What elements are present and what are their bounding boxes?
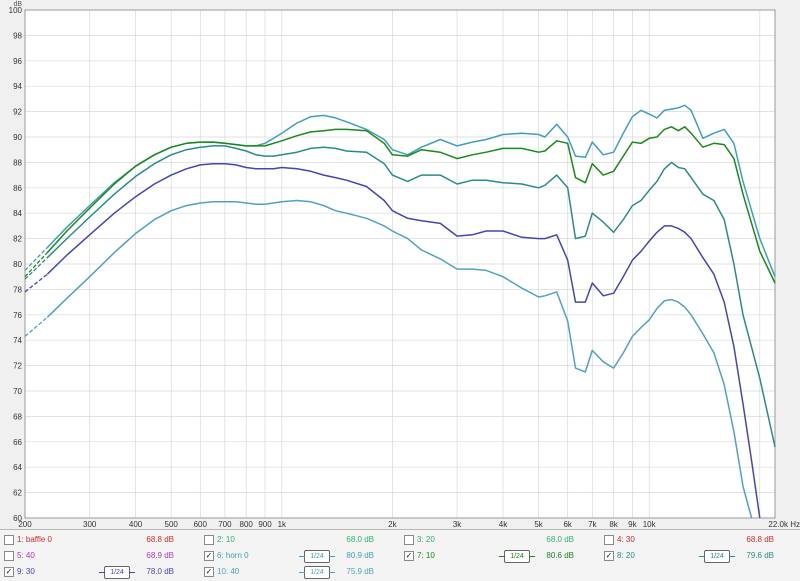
legend-item[interactable]: ✓ 9: 30 1/24 78.0 dB	[0, 564, 198, 580]
legend-item[interactable]: 3: 20 68.0 dB	[400, 532, 598, 548]
legend-checkbox[interactable]	[204, 535, 214, 545]
legend-checkbox[interactable]: ✓	[404, 551, 414, 561]
x-tick-label: 800	[240, 520, 254, 528]
y-tick-label: 96	[13, 57, 22, 66]
legend-item[interactable]: 2: 10 68.0 dB	[200, 532, 398, 548]
legend-item[interactable]: 1: baffle 0 68.8 dB	[0, 532, 198, 548]
y-tick-label: 86	[13, 184, 22, 193]
legend-value: 80.6 dB	[546, 551, 574, 560]
x-tick-label: 5k	[534, 520, 543, 528]
y-tick-label: 94	[13, 82, 22, 91]
y-tick-label: 92	[13, 108, 22, 117]
trace-legend: 1: baffle 0 68.8 dB 5: 40 68.9 dB ✓ 9: 3…	[0, 529, 800, 581]
x-tick-label: 500	[165, 520, 179, 528]
y-tick-label: 66	[13, 438, 22, 447]
x-tick-label: 7k	[588, 520, 597, 528]
smoothing-badge[interactable]: 1/24	[299, 550, 335, 563]
x-tick-label: 600	[194, 520, 208, 528]
legend-value: 68.8 dB	[146, 535, 174, 544]
legend-label: 3: 20	[417, 535, 435, 544]
y-tick-label: 78	[13, 285, 22, 294]
x-tick-label: 700	[218, 520, 232, 528]
legend-label: 9: 30	[17, 567, 35, 576]
smoothing-badge[interactable]: 1/24	[499, 550, 535, 563]
y-tick-label: 70	[13, 387, 22, 396]
smoothing-badge[interactable]: 1/24	[299, 566, 335, 579]
y-tick-label: 76	[13, 311, 22, 320]
x-tick-label: 3k	[453, 520, 462, 528]
x-tick-label: 300	[83, 520, 97, 528]
legend-label: 10: 40	[217, 567, 240, 576]
legend-checkbox[interactable]: ✓	[604, 551, 614, 561]
legend-label: 8: 20	[617, 551, 635, 560]
legend-value: 68.8 dB	[746, 535, 774, 544]
legend-item[interactable]: ✓ 7: 10 1/24 80.6 dB	[400, 548, 598, 564]
legend-label: 1: baffle 0	[17, 535, 52, 544]
legend-label: 2: 10	[217, 535, 235, 544]
smoothing-badge[interactable]: 1/24	[699, 550, 735, 563]
x-tick-label: 8k	[609, 520, 618, 528]
x-tick-label: 2k	[388, 520, 397, 528]
y-tick-label: 90	[13, 133, 22, 142]
x-tick-label: 900	[258, 520, 272, 528]
legend-label: 6: horn 0	[217, 551, 249, 560]
chart-canvas: 6062646668707274767880828486889092949698…	[9, 1, 800, 528]
legend-label: 5: 40	[17, 551, 35, 560]
x-tick-label: 1k	[278, 520, 287, 528]
legend-value: 80.9 dB	[346, 551, 374, 560]
x-tick-label: 4k	[499, 520, 508, 528]
legend-value: 78.0 dB	[146, 567, 174, 576]
y-tick-label: 98	[13, 31, 22, 40]
y-tick-label: 62	[13, 489, 22, 498]
y-tick-label: 74	[13, 336, 22, 345]
y-tick-label: 68	[13, 412, 22, 421]
legend-item[interactable]: 5: 40 68.9 dB	[0, 548, 198, 564]
y-tick-label: 82	[13, 235, 22, 244]
x-tick-label: 22.0k Hz	[768, 520, 800, 528]
x-tick-label: 9k	[628, 520, 637, 528]
legend-checkbox[interactable]: ✓	[204, 567, 214, 577]
y-tick-label: 80	[13, 260, 22, 269]
frequency-response-chart: 60 62 64 66 68 70 72 74 76 78 80 82 84 86 88 90 92 94 96 98…	[0, 0, 800, 528]
legend-item[interactable]: 4: 30 68.8 dB	[600, 532, 798, 548]
smoothing-badge[interactable]: 1/24	[99, 566, 135, 579]
y-tick-label: 72	[13, 362, 22, 371]
y-axis-unit: dB	[13, 1, 22, 8]
x-tick-label: 6k	[563, 520, 572, 528]
legend-checkbox[interactable]: ✓	[4, 567, 14, 577]
legend-checkbox[interactable]	[604, 535, 614, 545]
x-tick-label: 400	[129, 520, 143, 528]
y-tick-label: 84	[13, 209, 22, 218]
legend-checkbox[interactable]	[4, 535, 14, 545]
legend-label: 4: 30	[617, 535, 635, 544]
legend-item[interactable]: ✓ 6: horn 0 1/24 80.9 dB	[200, 548, 398, 564]
legend-value: 79.6 dB	[746, 551, 774, 560]
legend-checkbox[interactable]: ✓	[204, 551, 214, 561]
legend-checkbox[interactable]	[404, 535, 414, 545]
y-tick-label: 64	[13, 463, 22, 472]
legend-value: 68.9 dB	[146, 551, 174, 560]
legend-item[interactable]: ✓ 10: 40 1/24 75.9 dB	[200, 564, 398, 580]
legend-value: 75.9 dB	[346, 567, 374, 576]
legend-item[interactable]: ✓ 8: 20 1/24 79.6 dB	[600, 548, 798, 564]
legend-label: 7: 10	[417, 551, 435, 560]
x-tick-label: 10k	[643, 520, 657, 528]
y-tick-label: 88	[13, 158, 22, 167]
legend-value: 68.0 dB	[546, 535, 574, 544]
legend-checkbox[interactable]	[4, 551, 14, 561]
legend-value: 68.0 dB	[346, 535, 374, 544]
x-tick-label: 200	[18, 520, 32, 528]
